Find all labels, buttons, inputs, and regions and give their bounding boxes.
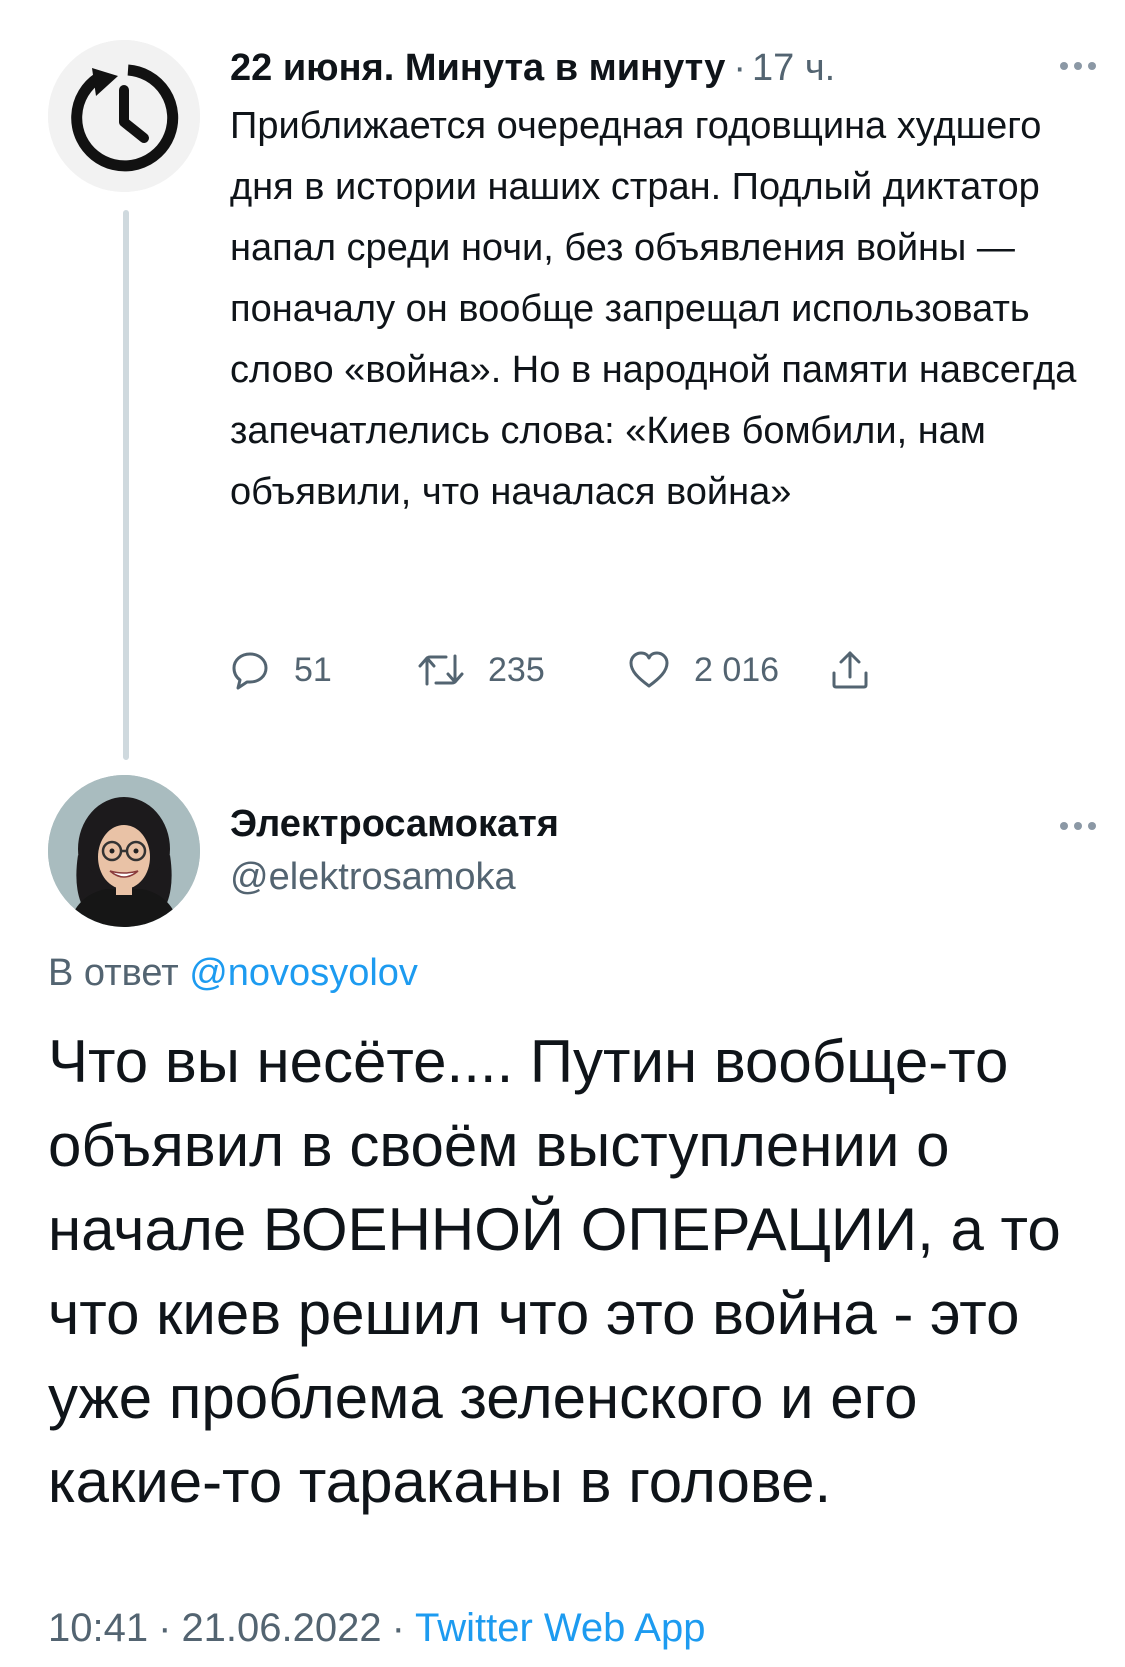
share-button[interactable]	[830, 640, 870, 700]
tweet2-source-link[interactable]: Twitter Web App	[415, 1606, 706, 1650]
thread-connector-line	[123, 210, 129, 760]
tweet1-avatar[interactable]	[48, 40, 200, 192]
tweet2-date[interactable]: 21.06.2022	[181, 1606, 381, 1650]
like-count: 2 016	[694, 650, 780, 689]
tweet2-text: Что вы несёте.... Путин вообще-то объяви…	[48, 1028, 1061, 1515]
reply-icon	[232, 652, 268, 690]
meta-separator: ·	[158, 1606, 172, 1650]
like-button[interactable]: 2 016	[628, 640, 779, 700]
history-clock-icon	[48, 40, 200, 192]
reply-button[interactable]: 51	[230, 640, 332, 700]
tweet1-author-name[interactable]: 22 июня. Минута в минуту	[230, 40, 725, 96]
tweet1-text: Приближается очередная годовщина худшего…	[230, 105, 1077, 513]
tweet2-time[interactable]: 10:41	[48, 1606, 148, 1650]
retweet-count: 235	[488, 650, 545, 689]
reply-to-prefix: В ответ	[48, 952, 179, 994]
meta-separator: ·	[391, 1606, 405, 1650]
retweet-button[interactable]: 235	[418, 640, 545, 700]
share-icon	[832, 651, 868, 689]
reply-to-line: В ответ @novosyolov	[48, 945, 418, 1001]
tweet1-header: 22 июня. Минута в минуту · 17 ч.	[230, 40, 1100, 96]
more-options-icon[interactable]	[1056, 46, 1100, 86]
tweet1-actions-bar: 51 235 2 016	[230, 640, 950, 700]
reply-count: 51	[294, 650, 332, 689]
tweet2-author-name[interactable]: Электросамокатя	[230, 798, 1100, 850]
more-options-icon[interactable]	[1056, 806, 1100, 846]
tweet1-body[interactable]: 22 июня. Минута в минуту · 17 ч. Приближ…	[230, 40, 1100, 523]
tweet1-separator: ·	[733, 47, 747, 89]
heart-icon	[629, 651, 669, 688]
tweet2-handle[interactable]: @elektrosamoka	[230, 850, 1100, 904]
tweet2-user-info: Электросамокатя @elektrosamoka	[230, 798, 1100, 904]
user-avatar[interactable]	[48, 775, 200, 927]
tweet2-meta: 10:41 · 21.06.2022 · Twitter Web App	[48, 1600, 705, 1656]
tweet1-time[interactable]: 17 ч.	[752, 40, 835, 96]
retweet-icon	[418, 654, 464, 686]
reply-to-mention-link[interactable]: @novosyolov	[189, 952, 418, 994]
